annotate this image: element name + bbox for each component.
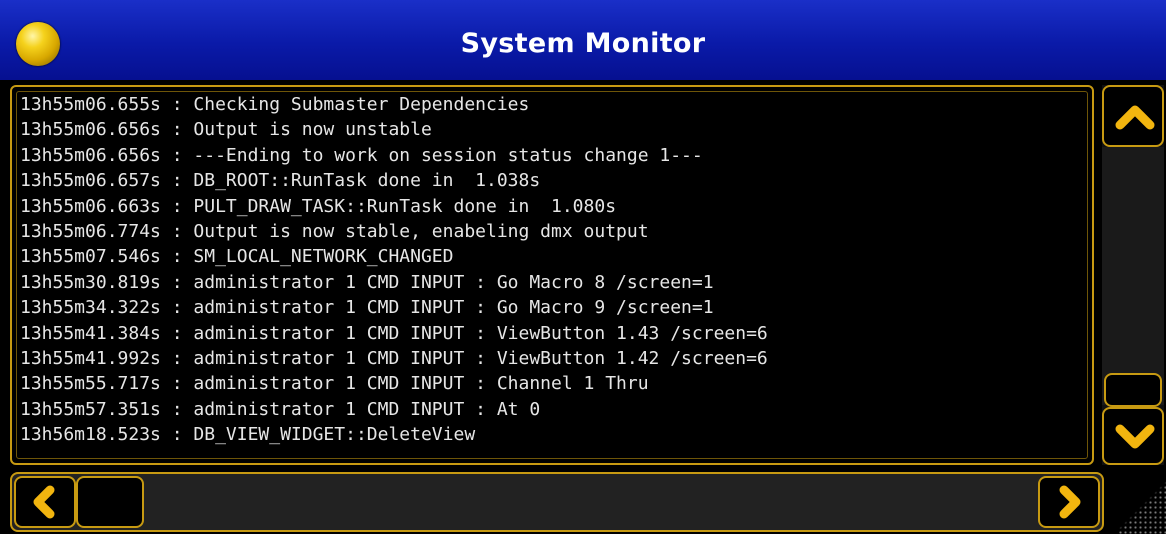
window-title: System Monitor	[460, 28, 706, 59]
chevron-left-icon	[33, 485, 55, 519]
title-bar: System Monitor	[0, 0, 1166, 82]
horizontal-scrollbar[interactable]	[10, 472, 1104, 532]
log-panel[interactable]: 13h55m06.655s : Checking Submaster Depen…	[10, 85, 1094, 465]
log-line: 13h55m41.992s : administrator 1 CMD INPU…	[20, 347, 768, 369]
log-line: 13h55m06.655s : Checking Submaster Depen…	[20, 94, 530, 115]
log-line: 13h55m06.657s : DB_ROOT::RunTask done in…	[20, 170, 541, 192]
log-line: 13h55m06.656s : Output is now unstable	[20, 119, 432, 141]
chevron-down-icon	[1115, 424, 1155, 449]
log-line: 13h55m57.351s : administrator 1 CMD INPU…	[20, 398, 541, 420]
scroll-left-button[interactable]	[14, 476, 76, 528]
log-line: 13h56m18.523s : DB_VIEW_WIDGET::DeleteVi…	[20, 424, 476, 446]
log-line: 13h55m06.656s : ---Ending to work on ses…	[20, 144, 703, 166]
resize-grip-icon[interactable]	[1118, 480, 1166, 534]
log-line: 13h55m41.384s : administrator 1 CMD INPU…	[20, 322, 768, 344]
log-line: 13h55m06.774s : Output is now stable, en…	[20, 220, 649, 242]
log-line: 13h55m07.546s : SM_LOCAL_NETWORK_CHANGED	[20, 246, 454, 268]
scroll-right-button[interactable]	[1038, 476, 1100, 528]
log-line: 13h55m30.819s : administrator 1 CMD INPU…	[20, 271, 714, 293]
scroll-down-button[interactable]	[1102, 407, 1164, 465]
log-line: 13h55m34.322s : administrator 1 CMD INPU…	[20, 297, 714, 319]
log-line: 13h55m06.663s : PULT_DRAW_TASK::RunTask …	[20, 195, 617, 217]
log-list: 13h55m06.655s : Checking Submaster Depen…	[16, 91, 1088, 459]
vertical-scroll-thumb[interactable]	[1104, 373, 1162, 407]
chevron-right-icon	[1059, 485, 1081, 519]
chevron-up-icon	[1115, 105, 1155, 130]
horizontal-scroll-thumb[interactable]	[76, 476, 144, 528]
log-line: 13h55m55.717s : administrator 1 CMD INPU…	[20, 373, 649, 395]
scroll-up-button[interactable]	[1102, 85, 1164, 147]
vertical-scrollbar[interactable]	[1102, 85, 1164, 465]
vertical-scroll-track[interactable]	[1102, 147, 1164, 405]
